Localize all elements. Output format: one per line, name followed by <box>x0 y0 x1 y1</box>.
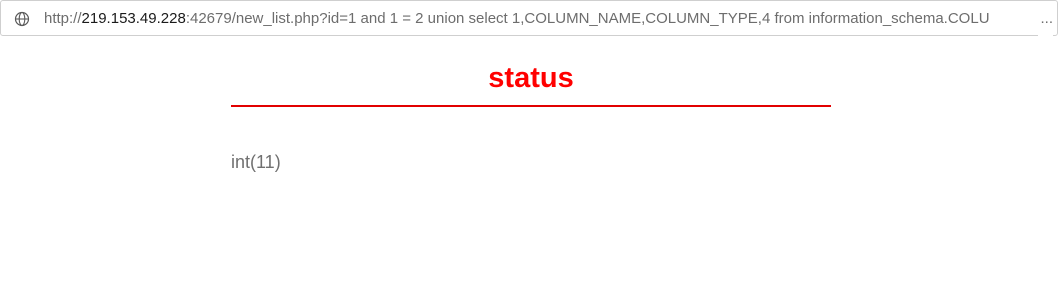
address-bar[interactable]: http://219.153.49.228:42679/new_list.php… <box>0 0 1058 37</box>
page-title: status <box>231 55 831 107</box>
globe-icon <box>14 11 30 27</box>
url-path: :42679/new_list.php?id=1 and 1 = 2 union… <box>185 10 990 27</box>
page-content: status int(11) <box>231 55 831 172</box>
url-prefix: http:// <box>44 10 82 27</box>
url-host: 219.153.49.228 <box>81 10 186 27</box>
body-text: int(11) <box>231 152 281 172</box>
url-ellipsis: ... <box>1038 1 1053 37</box>
url-text[interactable]: http://219.153.49.228:42679/new_list.php… <box>44 1 1039 37</box>
